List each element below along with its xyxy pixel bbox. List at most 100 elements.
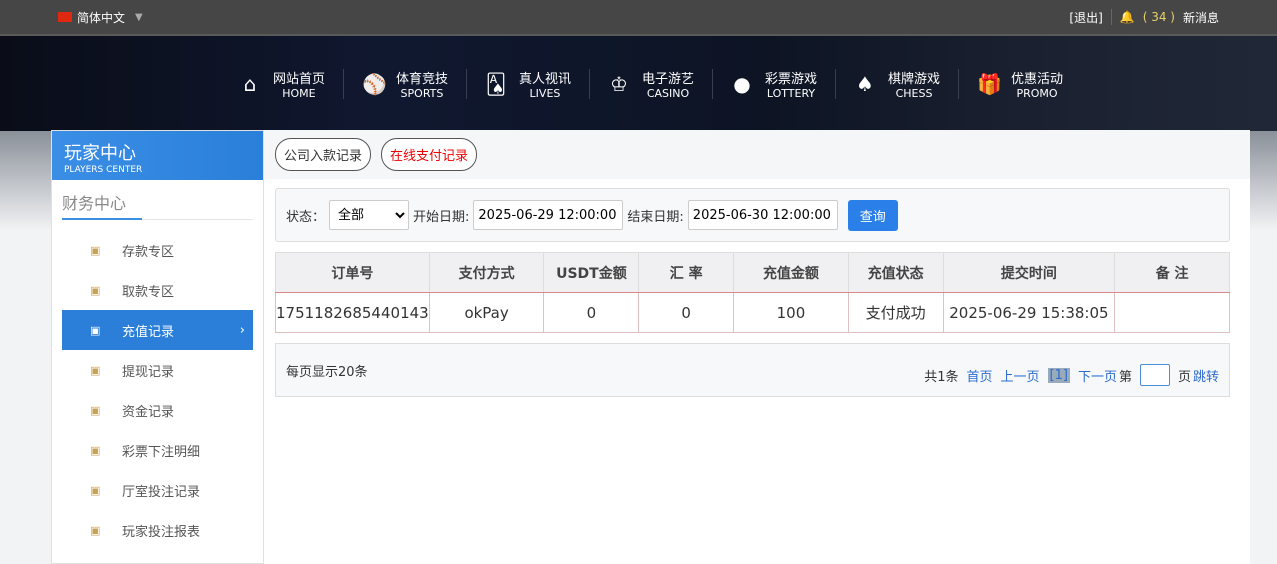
nav-sublabel: SPORTS [400,86,444,100]
sidebar: 玩家中心 PLAYERS CENTER 财务中心 ▣ 存款专区 ▣ 取款专区 ▣ 充值记录… [51,130,264,564]
nav-sublabel: CHESS [895,86,933,100]
home-icon: ⌂ [243,71,257,96]
sidebar-item-4[interactable]: ▣ 资金记录 [62,390,253,430]
finance-center-heading: 财务中心 [62,190,253,220]
page-suffix: 页 [1177,369,1191,385]
sidebar-item-label: 提现记录 [122,364,175,380]
moneybag-icon: ▣ [90,323,101,337]
sports-ball-icon: ⚾ [361,71,387,96]
start-date-input[interactable] [473,200,624,230]
column-header[interactable]: 订单号 [275,252,430,293]
joystick-icon: ♔ [610,71,628,96]
sidebar-item-label: 厅室投注记录 [122,484,201,500]
status-label: 状态： [286,209,326,225]
bullet-list-icon: ▣ [90,483,101,497]
nav-home[interactable]: ⌂ 网站首页 HOME [221,68,344,100]
funds-icon: ▣ [90,403,101,417]
column-header[interactable]: 充值金额 [733,252,849,293]
gift-icon: 🎁 [977,71,1002,96]
sidebar-item-label: 资金记录 [122,404,175,420]
main-nav: ⌂ 网站首页 HOME ⚾ 体育竞技 SPORTS 🂡 真人视讯 LIVES ♔ 电子游艺 CASIN… [0,36,1277,131]
wallet-icon: ▣ [90,243,101,257]
sidebar-item-3[interactable]: ▣ 提现记录 [62,350,253,390]
nav-casino[interactable]: ♔ 电子游艺 CASINO [590,68,713,100]
sidebar-item-7[interactable]: ▣ 玩家投注报表 [62,510,253,550]
column-header[interactable]: 备 注 [1114,252,1230,293]
logout-link[interactable]: [退出] [1069,9,1102,26]
table-cell: 0 [543,292,640,333]
total-count: 共1条 [924,369,959,385]
divider [1110,9,1112,25]
prev-page-link[interactable]: 上一页 [1001,366,1040,385]
table-row: 1751182685440143 okPay 0 0 100 支付成功 2025-06-29… [275,292,1230,333]
next-page-link[interactable]: 下一页 [1078,366,1117,385]
table-cell: 支付成功 [847,292,944,333]
sidebar-subtitle: PLAYERS CENTER [64,165,143,175]
messages-link[interactable]: 新消息 [1183,9,1219,26]
page-prefix: 第 [1118,369,1132,385]
nav-label: 体育竞技 [395,71,448,87]
sidebar-title: 玩家中心 [64,143,136,164]
message-count[interactable]: ( 34 ) [1143,10,1175,24]
query-button[interactable]: 查询 [847,199,898,231]
nav-sublabel: PROMO [1016,86,1058,100]
spade-icon: ♠ [856,71,874,96]
sidebar-item-2[interactable]: ▣ 充值记录 › [62,310,253,350]
sidebar-item-label: 取款专区 [122,284,175,300]
jump-link[interactable]: 跳转 [1193,366,1219,385]
sidebar-item-label: 充值记录 [122,324,175,340]
status-select[interactable]: 全部 [329,200,410,230]
list-icon: ▣ [90,443,101,457]
lottery-balls-icon: ● [733,71,751,96]
bell-icon[interactable]: 🔔 [1120,10,1135,24]
table-cell: 1751182685440143 [275,292,430,333]
nav-label: 棋牌游戏 [888,71,941,87]
nav-sublabel: LIVES [529,86,561,100]
sidebar-item-5[interactable]: ▣ 彩票下注明细 [62,430,253,470]
table-cell: okPay [428,292,545,333]
withdraw-record-icon: ▣ [90,363,101,377]
nav-sublabel: HOME [282,86,316,100]
nav-lottery[interactable]: ● 彩票游戏 LOTTERY [713,68,837,100]
sidebar-item-6[interactable]: ▣ 厅室投注记录 [62,470,253,510]
top-bar: 简体中文 ▼ [退出] 🔔 ( 34 ) 新消息 [0,0,1277,36]
sidebar-item-1[interactable]: ▣ 取款专区 [62,270,253,310]
records-table: 订单号 支付方式 USDT金额汇 率充值金额 充值状态 提交时间备 注 175118268… [275,252,1230,333]
nav-sports[interactable]: ⚾ 体育竞技 SPORTS [344,68,467,100]
tab-company-deposit[interactable]: 公司入款记录 [275,138,372,171]
pagination: 每页显示20条 共1条 首页 上一页 [1] 下一页 第 页 跳转 [275,343,1230,397]
first-page-link[interactable]: 首页 [966,366,992,385]
sidebar-item-label: 存款专区 [122,244,175,260]
column-header[interactable]: 汇 率 [638,252,735,293]
chevron-down-icon[interactable]: ▼ [135,12,143,23]
filter-bar: 状态： 全部 开始日期: 结束日期: 查询 [275,188,1230,242]
china-flag-icon [58,12,72,22]
nav-sublabel: LOTTERY [766,86,816,100]
end-date-input[interactable] [687,200,838,230]
column-header[interactable]: 充值状态 [847,252,944,293]
cards-icon: 🂡 [485,71,507,96]
tab-online-payment[interactable]: 在线支付记录 [381,138,478,171]
nav-chess[interactable]: ♠ 棋牌游戏 CHESS [836,68,960,100]
language-selector[interactable]: 简体中文 [77,9,125,26]
nav-label: 网站首页 [272,71,325,87]
current-page[interactable]: [1] [1047,367,1070,383]
nav-label: 优惠活动 [1011,71,1064,87]
withdraw-icon: ▣ [90,283,101,297]
sidebar-item-0[interactable]: ▣ 存款专区 [62,230,253,270]
column-header[interactable]: 支付方式 [428,252,545,293]
nav-label: 彩票游戏 [765,71,818,87]
table-cell: 0 [638,292,735,333]
end-date-label: 结束日期: [627,209,684,225]
start-date-label: 开始日期: [413,209,470,225]
main-content: 公司入款记录 在线支付记录 状态： 全部 开始日期: 结束日期: 查询 订单号支… [264,130,1250,564]
nav-lives[interactable]: 🂡 真人视讯 LIVES [467,68,590,100]
column-header[interactable]: USDT金额 [543,252,640,293]
nav-promo[interactable]: 🎁 优惠活动 PROMO [959,69,1081,100]
page-number-input[interactable] [1139,364,1170,386]
sidebar-item-label: 玩家投注报表 [122,524,201,540]
table-cell [1114,292,1230,333]
report-icon: ▣ [90,523,101,537]
column-header[interactable]: 提交时间 [942,252,1116,293]
per-page-text: 每页显示20条 [286,364,368,380]
